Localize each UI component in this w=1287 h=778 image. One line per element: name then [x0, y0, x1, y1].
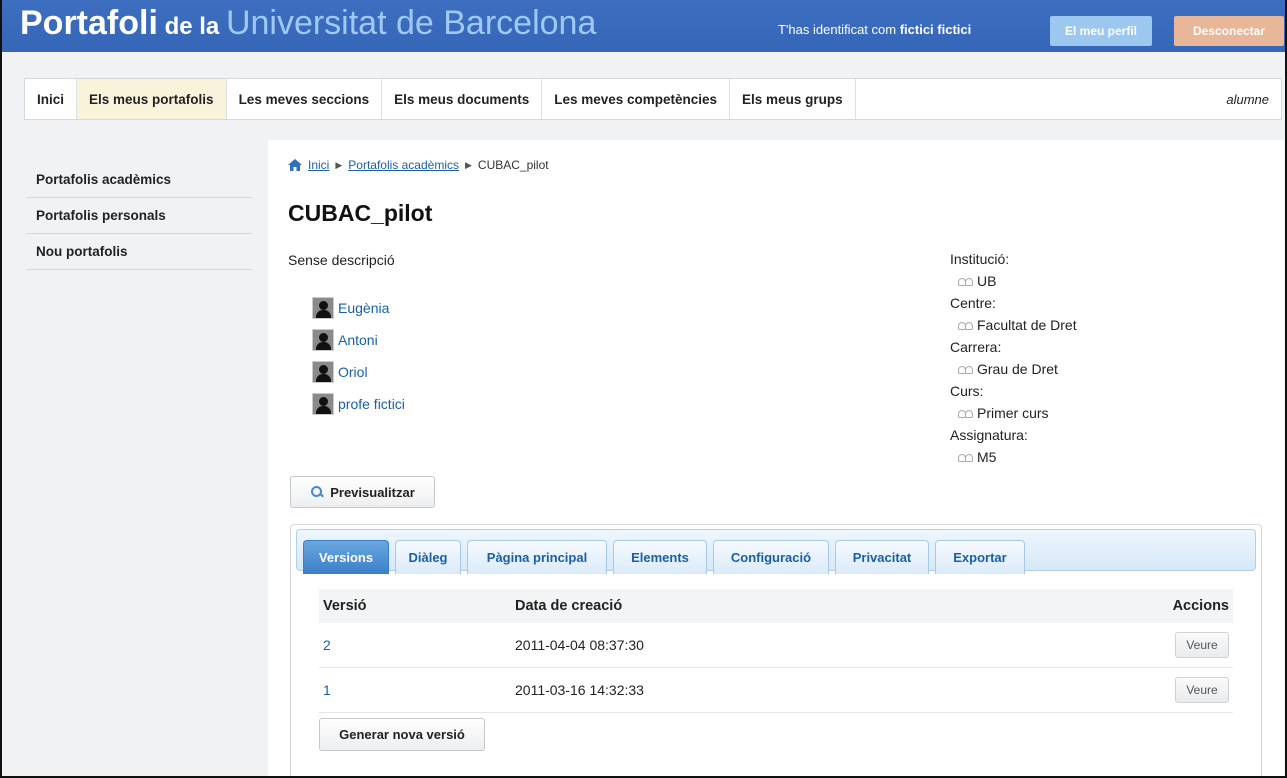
table-row: 1 2011-03-16 14:32:33 Veure [319, 668, 1233, 713]
nav-item-my-competences[interactable]: Les meves competències [542, 79, 731, 119]
magnifier-icon [310, 485, 324, 499]
nav-item-my-groups[interactable]: Els meus grups [730, 79, 856, 119]
member-item: Eugènia [312, 292, 405, 324]
table-row: 2 2011-04-04 08:37:30 Veure [319, 623, 1233, 668]
breadcrumb: Inici ▶ Portafolis acadèmics ▶ CUBAC_pil… [288, 158, 549, 172]
nav-item-my-portfolios[interactable]: Els meus portafolis [77, 79, 227, 119]
breadcrumb-section-link[interactable]: Portafolis acadèmics [348, 158, 459, 172]
version-link[interactable]: 1 [323, 682, 331, 698]
member-item: Oriol [312, 356, 405, 388]
preview-button[interactable]: Previsualitzar [290, 476, 435, 508]
property-value-text: Grau de Dret [977, 361, 1058, 377]
nav-item-my-documents[interactable]: Els meus documents [382, 79, 543, 119]
tab-main-page[interactable]: Pàgina principal [467, 540, 607, 574]
portfolio-properties: Institució: UB Centre: Facultat de Dret … [950, 248, 1077, 468]
tag-icon [958, 452, 974, 462]
avatar [312, 361, 334, 383]
portfolio-description: Sense descripció [288, 252, 395, 268]
tab-bar: Versions Diàleg Pàgina principal Element… [296, 529, 1256, 574]
property-label-centre: Centre: [950, 295, 996, 311]
property-value-institution: UB [950, 270, 1077, 292]
brand-word-dela: de la [157, 13, 226, 40]
actions-cell: Veure [1015, 632, 1233, 658]
property-value-degree: Grau de Dret [950, 358, 1077, 380]
version-cell: 1 [319, 682, 515, 698]
property-value-centre: Facultat de Dret [950, 314, 1077, 336]
table-header: Versió Data de creació Accions [319, 589, 1233, 623]
property-value-text: UB [977, 273, 997, 289]
tab-privacy[interactable]: Privacitat [835, 540, 929, 574]
property-label-degree: Carrera: [950, 339, 1002, 355]
property-value-course: Primer curs [950, 402, 1077, 424]
nav-item-home[interactable]: Inici [25, 79, 78, 119]
top-navigation: Inici Els meus portafolis Les meves secc… [24, 78, 1282, 120]
page: Portafoli de la Universitat de Barcelona… [0, 0, 1287, 778]
property-value-text: M5 [977, 449, 997, 465]
member-item: profe fictici [312, 388, 405, 420]
tag-icon [958, 408, 974, 418]
nav-item-my-sections[interactable]: Les meves seccions [227, 79, 383, 119]
versions-table: Versió Data de creació Accions 2 2011-04… [319, 589, 1233, 713]
sidebar: Portafolis acadèmics Portafolis personal… [26, 162, 252, 270]
sidebar-item-new-portfolio[interactable]: Nou portafolis [26, 234, 252, 270]
member-link[interactable]: profe fictici [338, 396, 405, 412]
page-title: CUBAC_pilot [288, 200, 433, 226]
site-logo[interactable]: Portafoli de la Universitat de Barcelona [20, 4, 596, 43]
avatar [312, 393, 334, 415]
brand-word-portafoli: Portafoli [20, 4, 158, 42]
generate-new-version-button[interactable]: Generar nova versió [319, 718, 485, 751]
tab-export[interactable]: Exportar [935, 540, 1025, 574]
logged-in-user: fictici fictici [899, 22, 972, 37]
member-link[interactable]: Oriol [338, 364, 368, 380]
version-cell: 2 [319, 637, 515, 653]
property-label-institution: Institució: [950, 251, 1010, 267]
preview-button-label: Previsualitzar [330, 484, 415, 500]
view-button[interactable]: Veure [1175, 632, 1229, 658]
logged-in-status: T'has identificat com fictici fictici [778, 22, 971, 37]
version-link[interactable]: 2 [323, 637, 331, 653]
breadcrumb-current: CUBAC_pilot [477, 158, 549, 172]
brand-word-university: Universitat de Barcelona [225, 4, 597, 42]
member-item: Antoni [312, 324, 405, 356]
tab-elements[interactable]: Elements [613, 540, 707, 574]
user-role: alumne [1226, 91, 1269, 107]
tag-icon [958, 320, 974, 330]
sidebar-item-academic-portfolios[interactable]: Portafolis acadèmics [26, 162, 252, 198]
breadcrumb-separator-icon: ▶ [335, 159, 343, 170]
column-header-created: Data de creació [515, 598, 623, 614]
tab-versions[interactable]: Versions [303, 540, 389, 574]
site-header: Portafoli de la Universitat de Barcelona… [2, 0, 1285, 52]
column-header-actions: Accions [1172, 598, 1229, 614]
logged-in-prefix: T'has identificat com [778, 22, 900, 37]
tab-dialog[interactable]: Diàleg [395, 540, 461, 574]
column-header-version: Versió [323, 598, 367, 614]
property-label-course: Curs: [950, 383, 984, 399]
breadcrumb-home-link[interactable]: Inici [308, 158, 329, 172]
sidebar-item-personal-portfolios[interactable]: Portafolis personals [26, 198, 252, 234]
created-cell: 2011-04-04 08:37:30 [515, 637, 644, 653]
created-cell: 2011-03-16 14:32:33 [515, 682, 644, 698]
view-button[interactable]: Veure [1175, 677, 1229, 703]
actions-cell: Veure [1015, 677, 1233, 703]
member-link[interactable]: Antoni [338, 332, 378, 348]
avatar [312, 297, 334, 319]
property-value-text: Facultat de Dret [977, 317, 1077, 333]
member-link[interactable]: Eugènia [338, 300, 389, 316]
tag-icon [958, 364, 974, 374]
tab-configuration[interactable]: Configuració [713, 540, 829, 574]
main-panel: Inici ▶ Portafolis acadèmics ▶ CUBAC_pil… [268, 140, 1284, 776]
logout-button[interactable]: Desconectar [1174, 16, 1284, 46]
property-value-text: Primer curs [977, 405, 1049, 421]
property-value-subject: M5 [950, 446, 1077, 468]
my-profile-button[interactable]: El meu perfil [1050, 16, 1152, 46]
tag-icon [958, 276, 974, 286]
breadcrumb-separator-icon: ▶ [464, 159, 472, 170]
property-label-subject: Assignatura: [950, 427, 1028, 443]
tabs-panel: Versions Diàleg Pàgina principal Element… [290, 524, 1262, 776]
avatar [312, 329, 334, 351]
home-icon[interactable] [288, 159, 302, 171]
member-list: Eugènia Antoni Oriol profe fictici [312, 292, 405, 420]
